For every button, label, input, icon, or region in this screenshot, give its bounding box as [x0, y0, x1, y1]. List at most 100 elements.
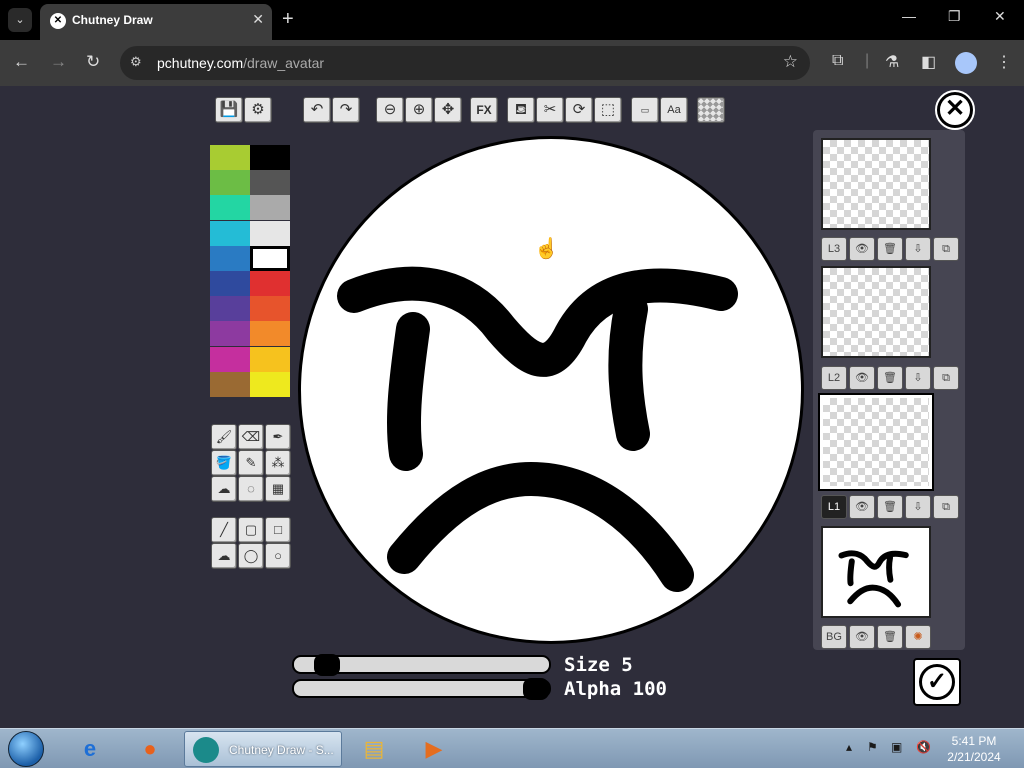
color-swatch[interactable]	[250, 145, 290, 170]
circle-filled-icon[interactable]: ○	[265, 543, 291, 569]
taskbar-active-window[interactable]: Chutney Draw - S...	[184, 731, 342, 767]
circle-outline-icon[interactable]: ◯	[238, 543, 264, 569]
settings-gear-icon[interactable]: ⚙	[244, 97, 272, 123]
color-swatch[interactable]	[210, 220, 250, 246]
color-swatch[interactable]	[250, 245, 290, 271]
internet-explorer-icon[interactable]: e	[62, 731, 118, 767]
size-slider-knob[interactable]	[314, 654, 340, 676]
color-swatch[interactable]	[250, 170, 290, 196]
tab-search-chevron-icon[interactable]: ⌄	[8, 8, 32, 32]
forward-icon[interactable]: →	[50, 52, 67, 72]
eraser-icon[interactable]: ⌫	[238, 424, 264, 450]
drawing-canvas[interactable]	[298, 136, 804, 644]
rectangle-filled-icon[interactable]: □	[265, 517, 291, 543]
color-swatch[interactable]	[210, 296, 250, 322]
firefox-icon[interactable]: ●	[122, 731, 178, 767]
pencil-icon[interactable]: ✎	[238, 450, 264, 476]
browser-tab[interactable]: ✕ Chutney Draw ✕	[40, 4, 272, 40]
layer-thumb-l1[interactable]	[818, 393, 934, 491]
color-swatch[interactable]	[210, 271, 250, 296]
line-icon[interactable]: ╱	[211, 517, 237, 543]
tab-close-icon[interactable]: ✕	[252, 11, 264, 28]
layer-label-l1[interactable]: L1	[821, 495, 847, 519]
color-swatch[interactable]	[210, 371, 250, 397]
extensions-icon[interactable]: ⧉	[832, 52, 843, 70]
size-slider[interactable]	[292, 654, 551, 676]
layer-thumb-l2[interactable]	[821, 266, 931, 358]
volume-muted-icon[interactable]: 🔇	[916, 740, 931, 754]
color-swatch[interactable]	[250, 195, 290, 221]
action-center-flag-icon[interactable]: ⚑	[867, 740, 878, 754]
pattern-brush-icon[interactable]: ▦	[265, 476, 291, 502]
menu-kebab-icon[interactable]: ⋮	[996, 52, 1012, 72]
stamp-icon[interactable]: ⛾	[507, 97, 535, 123]
layer-label-bg[interactable]: BG	[821, 625, 847, 649]
system-clock[interactable]: 5:41 PM 2/21/2024	[944, 733, 1004, 765]
blob-icon[interactable]: ☁	[211, 543, 237, 569]
save-icon[interactable]: 💾	[215, 97, 243, 123]
alpha-slider[interactable]	[292, 678, 551, 700]
blur-icon[interactable]: ◌	[238, 476, 264, 502]
move-icon[interactable]: ✥	[434, 97, 462, 123]
new-tab-icon[interactable]: +	[282, 8, 294, 30]
window-close-icon[interactable]: ✕	[994, 8, 1006, 25]
fx-icon[interactable]: FX	[470, 97, 498, 123]
merge-down-icon[interactable]: ⇩	[905, 366, 931, 390]
pen-icon[interactable]: ✒	[265, 424, 291, 450]
side-panel-icon[interactable]: ◧	[921, 52, 936, 72]
profile-avatar-icon[interactable]	[955, 52, 977, 74]
crop-icon[interactable]: ⬚	[594, 97, 622, 123]
url-text[interactable]: pchutney.com/draw_avatar	[157, 55, 324, 71]
redo-icon[interactable]: ↷	[332, 97, 360, 123]
labs-flask-icon[interactable]: ⚗	[885, 52, 899, 72]
spray-icon[interactable]: ⁂	[265, 450, 291, 476]
rotate-icon[interactable]: ⟳	[565, 97, 593, 123]
layer-thumb-l3[interactable]	[821, 138, 931, 230]
color-swatch[interactable]	[210, 145, 250, 170]
color-swatch[interactable]	[210, 346, 250, 372]
smudge-icon[interactable]: ☁	[211, 476, 237, 502]
trash-icon[interactable]: 🗑	[877, 495, 903, 519]
rectangle-outline-icon[interactable]: ▢	[238, 517, 264, 543]
brush-icon[interactable]: 🖌	[211, 424, 237, 450]
confirm-button[interactable]: ✓	[913, 658, 961, 706]
trash-icon[interactable]: 🗑	[877, 237, 903, 261]
trash-icon[interactable]: 🗑	[877, 366, 903, 390]
start-button[interactable]	[8, 731, 44, 767]
eye-icon[interactable]: 👁	[849, 495, 875, 519]
color-swatch[interactable]	[250, 296, 290, 322]
scissors-select-icon[interactable]: ✂	[536, 97, 564, 123]
alpha-slider-knob[interactable]	[523, 678, 549, 700]
address-bar[interactable]: ⚙ pchutney.com/draw_avatar ☆	[120, 46, 810, 80]
text-small-icon[interactable]: ▭	[631, 97, 659, 123]
color-swatch[interactable]	[250, 371, 290, 397]
back-icon[interactable]: ←	[13, 52, 30, 72]
text-aa-icon[interactable]: Aa	[660, 97, 688, 123]
color-swatch[interactable]	[210, 170, 250, 196]
tray-expand-icon[interactable]: ▴	[846, 740, 852, 754]
reload-icon[interactable]: ↻	[86, 52, 100, 72]
media-player-icon[interactable]: ▶	[406, 731, 462, 767]
color-swatch[interactable]	[210, 245, 250, 271]
transparency-grid-icon[interactable]	[697, 97, 725, 123]
merge-down-icon[interactable]: ⇩	[905, 237, 931, 261]
eye-icon[interactable]: 👁	[849, 366, 875, 390]
layer-thumb-bg[interactable]	[821, 526, 931, 618]
trash-icon[interactable]: 🗑	[877, 625, 903, 649]
bookmark-star-icon[interactable]: ☆	[783, 52, 798, 72]
color-swatch[interactable]	[250, 220, 290, 246]
color-swatch[interactable]	[210, 321, 250, 347]
zoom-out-icon[interactable]: ⊖	[376, 97, 404, 123]
merge-down-icon[interactable]: ⇩	[905, 495, 931, 519]
color-swatch[interactable]	[210, 195, 250, 221]
color-swatch[interactable]	[250, 346, 290, 372]
file-explorer-icon[interactable]: ▤	[346, 731, 402, 767]
duplicate-icon[interactable]: ⧉	[933, 366, 959, 390]
bg-pattern-icon[interactable]: ✺	[905, 625, 931, 649]
fill-bucket-icon[interactable]: 🪣	[211, 450, 237, 476]
color-swatch[interactable]	[250, 271, 290, 296]
eye-icon[interactable]: 👁	[849, 237, 875, 261]
layer-label-l2[interactable]: L2	[821, 366, 847, 390]
layer-label-l3[interactable]: L3	[821, 237, 847, 261]
undo-icon[interactable]: ↶	[303, 97, 331, 123]
